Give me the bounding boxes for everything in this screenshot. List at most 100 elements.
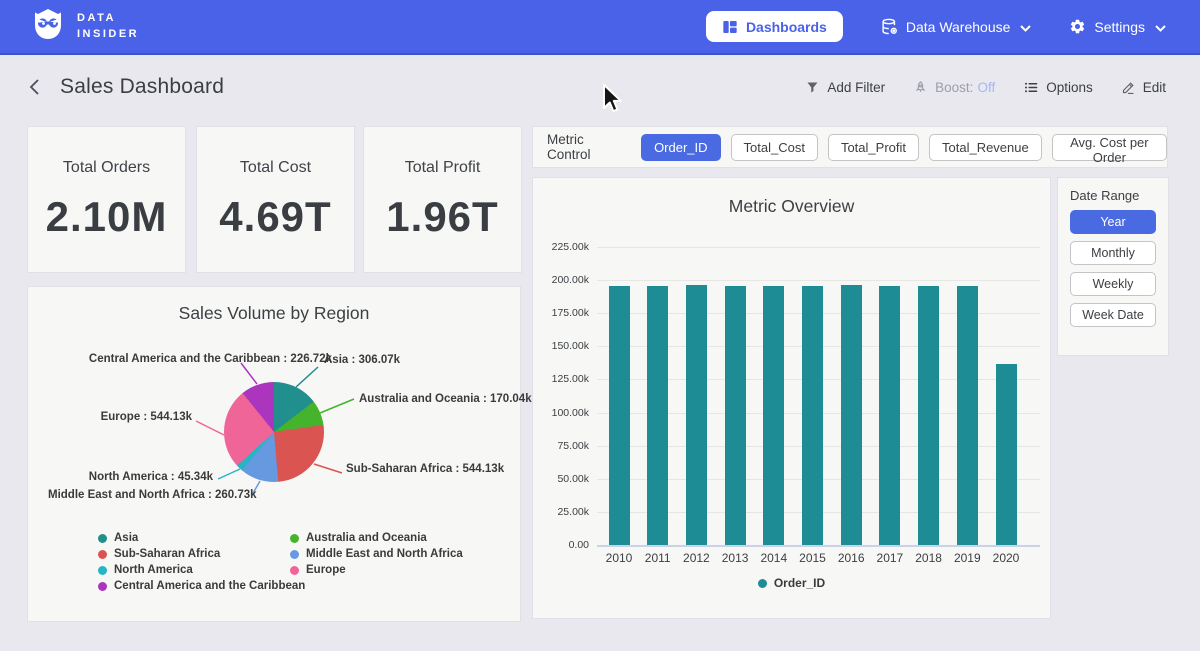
kpi-label: Total Orders	[63, 159, 150, 177]
chevron-down-icon	[1155, 19, 1166, 35]
pie-slice-label-europe: Europe : 544.13k	[48, 411, 192, 423]
bar-2011[interactable]	[647, 286, 668, 545]
legend-dot	[290, 566, 299, 575]
x-axis-tick-2012: 2012	[676, 551, 716, 565]
x-axis-tick-2014: 2014	[754, 551, 794, 565]
bar-2018[interactable]	[918, 286, 939, 545]
pie-legend-item-north-america[interactable]: North America	[98, 564, 193, 576]
dashboards-button[interactable]: Dashboards	[706, 11, 843, 42]
pie-chart-title: Sales Volume by Region	[28, 287, 520, 324]
legend-dot	[98, 534, 107, 543]
bar-2015[interactable]	[802, 286, 823, 545]
legend-label: Middle East and North Africa	[306, 548, 463, 560]
date-range-option-year[interactable]: Year	[1070, 210, 1156, 234]
kpi-value: 4.69T	[219, 193, 331, 241]
pie-legend-item-asia[interactable]: Asia	[98, 532, 138, 544]
settings-menu[interactable]: Settings	[1069, 18, 1166, 35]
bar-chart-title: Metric Overview	[533, 178, 1050, 217]
rocket-icon	[913, 80, 928, 95]
metric-option-total-profit[interactable]: Total_Profit	[828, 134, 919, 161]
x-axis-tick-2016: 2016	[831, 551, 871, 565]
boost-label: Boost:	[935, 80, 973, 95]
legend-label: Australia and Oceania	[306, 532, 427, 544]
pie-legend-item-sub-saharan-africa[interactable]: Sub-Saharan Africa	[98, 548, 220, 560]
page-header: Sales Dashboard Add Filter Boost: Off	[0, 57, 1200, 117]
pie-slice-label-north-america: North America : 45.34k	[48, 471, 213, 483]
add-filter-button[interactable]: Add Filter	[805, 80, 885, 95]
boost-state: Off	[977, 80, 995, 95]
x-axis-tick-2019: 2019	[947, 551, 987, 565]
pie-chart-card: Sales Volume by Region Asia : 306.07k Aus…	[28, 287, 520, 621]
pie-legend-item-middle-east-and-north-africa[interactable]: Middle East and North Africa	[290, 548, 463, 560]
list-options-icon	[1023, 80, 1039, 95]
kpi-value: 2.10M	[46, 193, 168, 241]
y-axis-tick: 25.00k	[533, 506, 589, 518]
date-range-label: Date Range	[1070, 188, 1156, 203]
bar-2013[interactable]	[725, 286, 746, 545]
boost-toggle[interactable]: Boost: Off	[913, 80, 995, 95]
brand-logo: DATA INSIDER	[30, 6, 139, 47]
x-axis-tick-2011: 2011	[638, 551, 678, 565]
legend-dot	[758, 579, 767, 588]
bar-chart-plot-area	[597, 247, 1040, 545]
x-axis-tick-2018: 2018	[909, 551, 949, 565]
pie-legend-item-central-america-and-the-caribbean[interactable]: Central America and the Caribbean	[98, 580, 305, 592]
pie-legend-item-europe[interactable]: Europe	[290, 564, 346, 576]
y-axis-tick: 150.00k	[533, 340, 589, 352]
legend-dot	[98, 550, 107, 559]
kpi-card-total-cost: Total Cost 4.69T	[197, 127, 354, 272]
options-label: Options	[1046, 80, 1093, 95]
kpi-value: 1.96T	[386, 193, 498, 241]
data-warehouse-menu[interactable]: Data Warehouse	[881, 18, 1032, 35]
pie-slice-label-central-america-and-the-caribbean: Central America and the Caribbean : 226.…	[48, 353, 332, 365]
kpi-card-total-orders: Total Orders 2.10M	[28, 127, 185, 272]
metric-option-total-cost[interactable]: Total_Cost	[731, 134, 818, 161]
date-range-option-weekly[interactable]: Weekly	[1070, 272, 1156, 296]
metric-control-bar: Metric Control Order_IDTotal_CostTotal_P…	[533, 127, 1167, 167]
pie-legend-item-australia-and-oceania[interactable]: Australia and Oceania	[290, 532, 427, 544]
edit-button[interactable]: Edit	[1121, 80, 1166, 95]
page-title: Sales Dashboard	[60, 75, 224, 99]
back-button[interactable]	[26, 76, 46, 98]
pie-slice-label-sub-saharan-africa: Sub-Saharan Africa : 544.13k	[346, 463, 504, 475]
pie-chart[interactable]	[224, 382, 324, 482]
legend-label: North America	[114, 564, 193, 576]
bar-2014[interactable]	[763, 286, 784, 545]
brand-name: DATA INSIDER	[77, 11, 139, 43]
legend-label: Asia	[114, 532, 138, 544]
kpi-label: Total Profit	[405, 159, 481, 177]
date-range-option-monthly[interactable]: Monthly	[1070, 241, 1156, 265]
legend-dot	[290, 550, 299, 559]
bar-2016[interactable]	[841, 285, 862, 545]
pie-slice-label-asia: Asia : 306.07k	[324, 354, 400, 366]
date-range-option-week-date[interactable]: Week Date	[1070, 303, 1156, 327]
gridline	[597, 247, 1040, 248]
kpi-label: Total Cost	[240, 159, 311, 177]
legend-label: Order_ID	[774, 576, 825, 590]
add-filter-label: Add Filter	[827, 80, 885, 95]
date-range-panel: Date Range Year Monthly Weekly Week Date	[1058, 178, 1168, 355]
bar-2010[interactable]	[609, 286, 630, 545]
metric-option-total-revenue[interactable]: Total_Revenue	[929, 134, 1042, 161]
metric-control-options: Order_ID Total_Cost Total_Profit Total_Reve…	[641, 134, 1167, 161]
legend-item-order-id[interactable]: Order_ID	[758, 576, 825, 590]
bar-2020[interactable]	[996, 364, 1017, 545]
filter-funnel-icon	[805, 80, 820, 95]
top-nav-bar: DATA INSIDER Dashboards	[0, 0, 1200, 55]
x-axis-tick-2015: 2015	[793, 551, 833, 565]
pie-slice-label-middle-east-and-north-africa: Middle East and North Africa : 260.73k	[48, 489, 247, 501]
chevron-down-icon	[1020, 19, 1031, 35]
legend-label: Sub-Saharan Africa	[114, 548, 220, 560]
y-axis-tick: 100.00k	[533, 407, 589, 419]
dashboard-grid-icon	[722, 19, 738, 35]
metric-option-order-id[interactable]: Order_ID	[641, 134, 720, 161]
x-axis-tick-2013: 2013	[715, 551, 755, 565]
options-button[interactable]: Options	[1023, 80, 1093, 95]
pencil-icon	[1121, 80, 1136, 95]
y-axis-tick: 125.00k	[533, 373, 589, 385]
bar-2019[interactable]	[957, 286, 978, 545]
bar-2012[interactable]	[686, 285, 707, 545]
bar-2017[interactable]	[879, 286, 900, 545]
y-axis-tick: 175.00k	[533, 307, 589, 319]
metric-option-avg-cost-per-order[interactable]: Avg. Cost per Order	[1052, 134, 1167, 161]
